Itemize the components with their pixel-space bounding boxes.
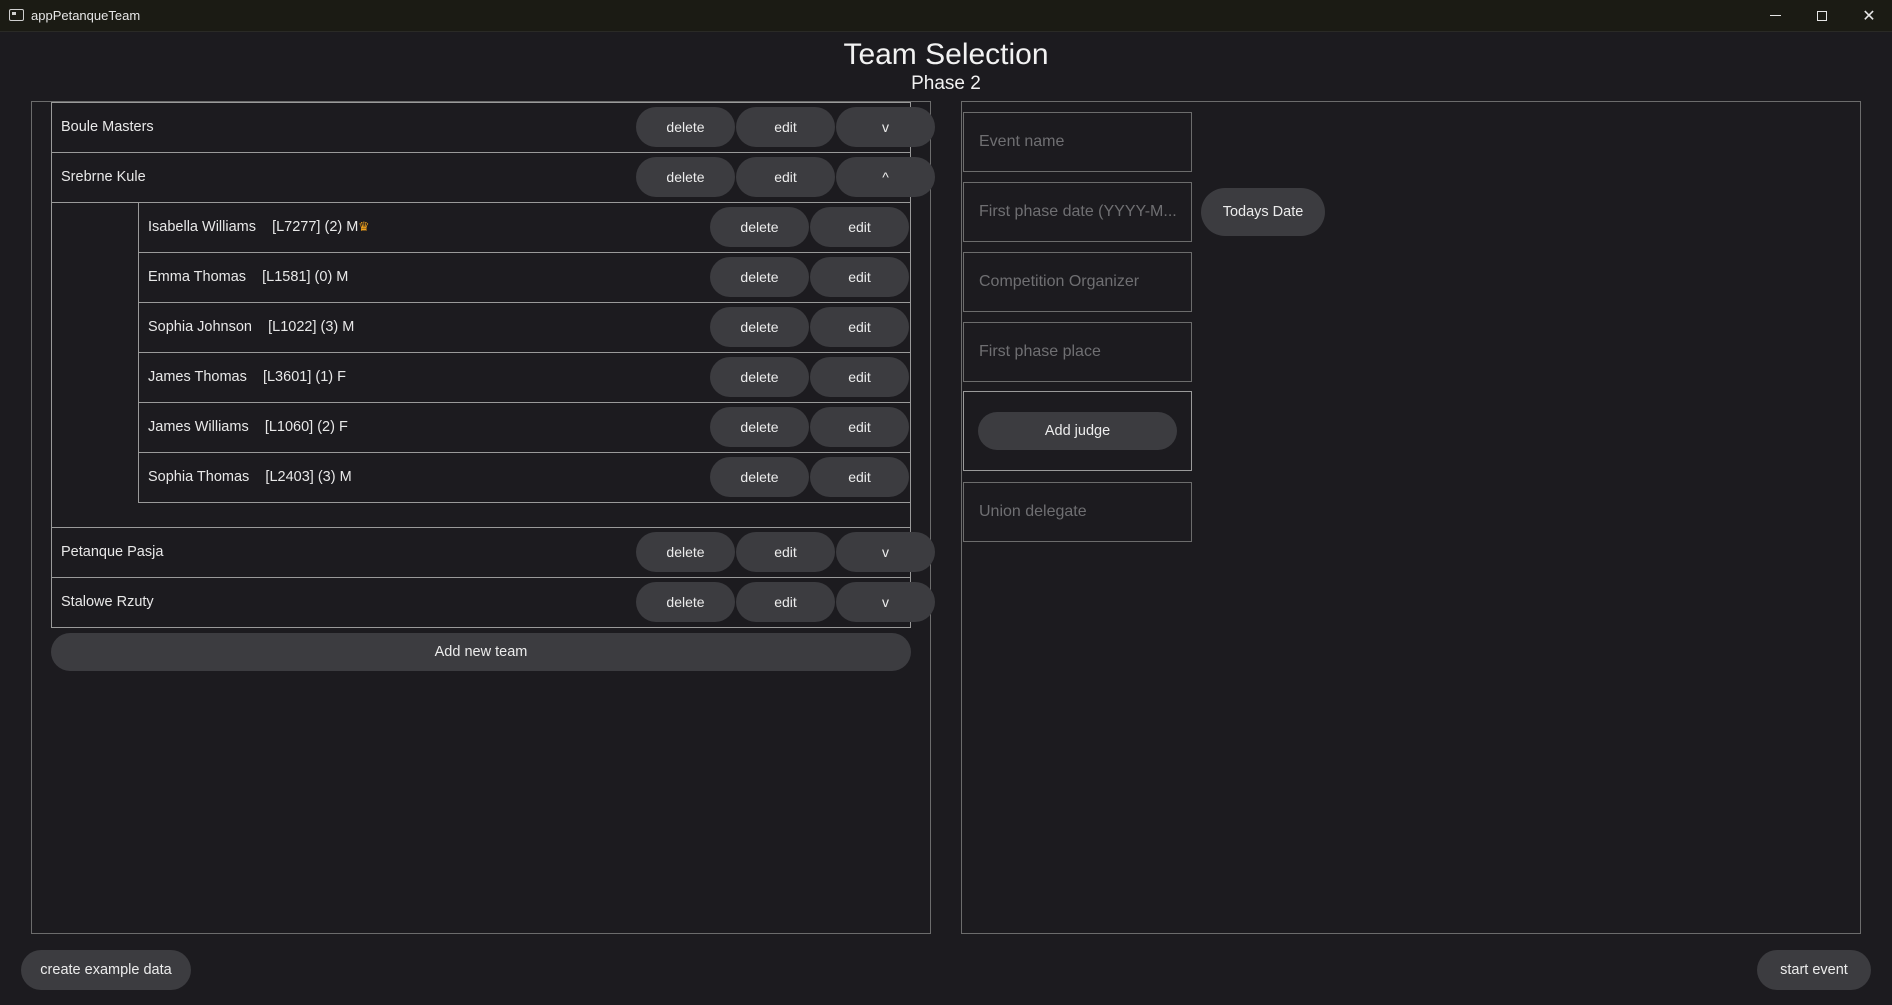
- delete-player-button[interactable]: delete: [710, 407, 809, 447]
- player-label: Emma Thomas [L1581] (0) M: [148, 269, 349, 285]
- event-name-field: [963, 112, 1192, 172]
- judges-section: Add judge: [963, 391, 1192, 471]
- union-delegate-input[interactable]: [964, 483, 1191, 541]
- edit-player-button[interactable]: edit: [810, 207, 909, 247]
- todays-date-button[interactable]: Todays Date: [1201, 188, 1325, 236]
- edit-player-button[interactable]: edit: [810, 357, 909, 397]
- team-name: Petanque Pasja: [61, 544, 164, 560]
- edit-player-button[interactable]: edit: [810, 457, 909, 497]
- player-label: Sophia Thomas [L2403] (3) M: [148, 469, 352, 485]
- team-name: Srebrne Kule: [61, 169, 146, 185]
- event-name-input[interactable]: [964, 113, 1191, 171]
- first-phase-place-field: [963, 322, 1192, 382]
- first-phase-date-input[interactable]: [964, 183, 1191, 241]
- expand-team-button[interactable]: v: [836, 532, 935, 572]
- minimize-button[interactable]: [1752, 0, 1798, 31]
- minimize-icon: [1769, 15, 1781, 16]
- team-name: Boule Masters: [61, 119, 154, 135]
- competition-organizer-input[interactable]: [964, 253, 1191, 311]
- delete-player-button[interactable]: delete: [710, 307, 809, 347]
- edit-team-button[interactable]: edit: [736, 107, 835, 147]
- team-name: Stalowe Rzuty: [61, 594, 154, 610]
- player-row: Sophia Thomas [L2403] (3) M delete edit: [138, 452, 911, 503]
- close-icon: ✕: [1862, 7, 1876, 25]
- page-subtitle: Phase 2: [911, 73, 981, 94]
- expand-team-button[interactable]: v: [836, 582, 935, 622]
- close-button[interactable]: ✕: [1846, 0, 1892, 31]
- page-title: Team Selection: [843, 38, 1049, 71]
- team-row: Boule Masters delete edit v: [51, 102, 935, 153]
- add-team-button[interactable]: Add new team: [51, 633, 911, 671]
- player-label: James Thomas [L3601] (1) F: [148, 369, 346, 385]
- first-phase-place-input[interactable]: [964, 323, 1191, 381]
- delete-player-button[interactable]: delete: [710, 257, 809, 297]
- edit-player-button[interactable]: edit: [810, 307, 909, 347]
- add-judge-button[interactable]: Add judge: [978, 412, 1177, 450]
- organizer-field: [963, 252, 1192, 312]
- title-bar: appPetanqueTeam ✕: [0, 0, 1892, 32]
- team-row: Petanque Pasja delete edit v: [51, 527, 935, 578]
- player-label: James Williams [L1060] (2) F: [148, 419, 348, 435]
- maximize-icon: [1817, 10, 1827, 21]
- delete-player-button[interactable]: delete: [710, 357, 809, 397]
- player-label: Sophia Johnson [L1022] (3) M: [148, 319, 355, 335]
- delete-player-button[interactable]: delete: [710, 457, 809, 497]
- player-row: James Thomas [L3601] (1) F delete edit: [138, 352, 911, 403]
- collapse-team-button[interactable]: ^: [836, 157, 935, 197]
- teams-panel: Boule Masters delete edit v Srebrne Kule…: [31, 101, 935, 934]
- edit-player-button[interactable]: edit: [810, 257, 909, 297]
- edit-team-button[interactable]: edit: [736, 532, 835, 572]
- player-row: Sophia Johnson [L1022] (3) M delete edit: [138, 302, 911, 353]
- crown-icon: ♛: [358, 219, 370, 234]
- player-row: James Williams [L1060] (2) F delete edit: [138, 402, 911, 453]
- edit-player-button[interactable]: edit: [810, 407, 909, 447]
- maximize-button[interactable]: [1799, 0, 1845, 31]
- union-delegate-field: [963, 482, 1192, 542]
- event-form-panel: Todays Date Add judge: [961, 101, 1861, 934]
- first-phase-date-field: [963, 182, 1192, 242]
- player-label: Isabella Williams [L7277] (2) M: [148, 219, 359, 235]
- edit-team-button[interactable]: edit: [736, 582, 835, 622]
- team-row: Stalowe Rzuty delete edit v: [51, 577, 935, 628]
- delete-team-button[interactable]: delete: [636, 157, 735, 197]
- create-example-data-button[interactable]: create example data: [21, 950, 191, 990]
- delete-team-button[interactable]: delete: [636, 582, 735, 622]
- delete-player-button[interactable]: delete: [710, 207, 809, 247]
- player-row: Isabella Williams [L7277] (2) M ♛ delete…: [138, 202, 911, 253]
- player-row: Emma Thomas [L1581] (0) M delete edit: [138, 252, 911, 303]
- expand-team-button[interactable]: v: [836, 107, 935, 147]
- edit-team-button[interactable]: edit: [736, 157, 835, 197]
- delete-team-button[interactable]: delete: [636, 532, 735, 572]
- delete-team-button[interactable]: delete: [636, 107, 735, 147]
- team-row: Srebrne Kule delete edit ^: [51, 152, 935, 203]
- start-event-button[interactable]: start event: [1757, 950, 1871, 990]
- app-window-icon: [9, 9, 24, 21]
- window-title: appPetanqueTeam: [31, 8, 141, 23]
